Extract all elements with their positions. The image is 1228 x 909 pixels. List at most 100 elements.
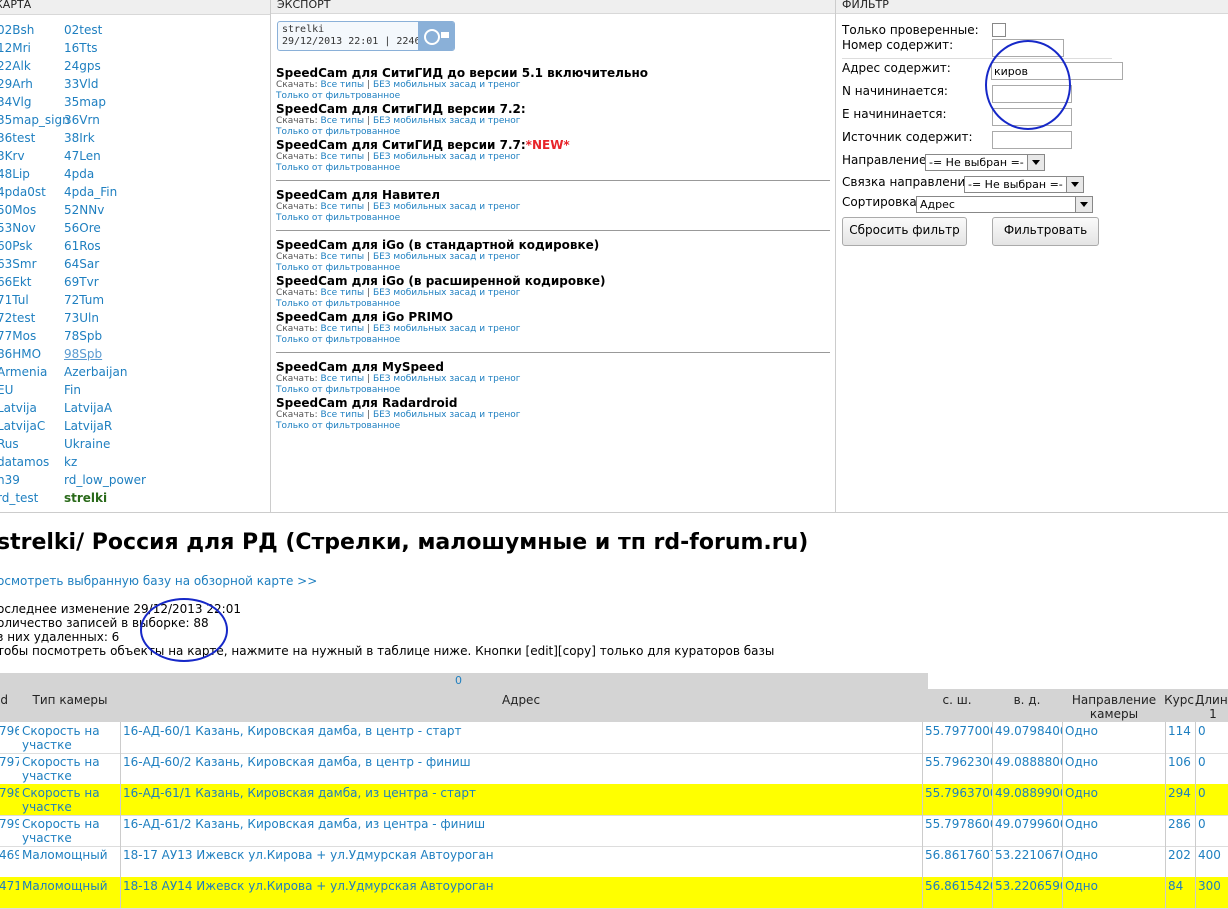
map-db-link[interactable]: 16Tts [64, 39, 98, 57]
col-type[interactable]: Тип камеры [20, 693, 120, 707]
table-row[interactable]: 796 Скорость на участке 16-АД-60/1 Казань,… [0, 722, 1228, 754]
row-lon[interactable]: 49.0799600 [992, 815, 1062, 846]
map-db-link[interactable]: 47Len [64, 147, 101, 165]
map-db-link[interactable]: 64Sar [64, 255, 99, 273]
map-db-link[interactable]: 22Alk [0, 57, 31, 75]
row-direction[interactable]: Одно [1062, 784, 1164, 815]
map-db-link[interactable]: 02test [64, 21, 102, 39]
map-db-link[interactable]: 02Bsh [0, 21, 34, 39]
download-all-link[interactable]: Все типы [321, 252, 365, 262]
map-db-link[interactable]: 77Mos [0, 327, 36, 345]
row-id[interactable]: 799 [0, 815, 19, 846]
map-db-link[interactable]: n39 [0, 471, 20, 489]
row-length[interactable]: 400 [1195, 846, 1228, 877]
download-all-link[interactable]: Все типы [321, 374, 365, 384]
row-lon[interactable]: 53.2210670 [992, 846, 1062, 877]
map-db-link[interactable]: 48Lip [0, 165, 30, 183]
download-all-link[interactable]: Все типы [321, 152, 365, 162]
map-db-link[interactable]: 38Irk [64, 129, 95, 147]
row-course[interactable]: 202 [1165, 846, 1195, 877]
download-all-link[interactable]: Все типы [321, 288, 365, 298]
col-id[interactable]: id [0, 693, 9, 707]
map-db-link[interactable]: EU [0, 381, 13, 399]
row-lat[interactable]: 55.7978600 [922, 815, 992, 846]
row-length[interactable]: 0 [1195, 722, 1228, 753]
table-top-value[interactable]: 0 [455, 674, 462, 687]
col-direction[interactable]: Направление камеры [1068, 693, 1160, 721]
row-direction[interactable]: Одно [1062, 815, 1164, 846]
download-all-link[interactable]: Все типы [321, 410, 365, 420]
reset-filter-button[interactable]: Сбросить фильтр [842, 217, 967, 246]
map-db-link[interactable]: 78Spb [64, 327, 102, 345]
source-contains-input[interactable] [992, 131, 1072, 149]
map-db-link[interactable]: Ukraine [64, 435, 110, 453]
row-length[interactable]: 300 [1195, 877, 1228, 908]
row-address[interactable]: 16-АД-61/1 Казань, Кировская дамба, из ц… [120, 784, 922, 815]
download-nomobile-link[interactable]: БЕЗ мобильных засад и треног [373, 374, 521, 384]
row-course[interactable]: 84 [1165, 877, 1195, 908]
row-direction[interactable]: Одно [1062, 722, 1164, 753]
download-all-link[interactable]: Все типы [321, 202, 365, 212]
map-db-link[interactable]: kz [64, 453, 77, 471]
download-all-link[interactable]: Все типы [321, 116, 365, 126]
map-db-link[interactable]: 53Nov [0, 219, 36, 237]
row-id[interactable]: 469 [0, 846, 19, 877]
row-id[interactable]: 798 [0, 784, 19, 815]
col-course[interactable]: Курс [1163, 693, 1195, 707]
map-db-link[interactable]: 35map [64, 93, 106, 111]
row-id[interactable]: 471 [0, 877, 19, 908]
map-db-link[interactable]: strelki [64, 489, 107, 507]
download-all-link[interactable]: Все типы [321, 324, 365, 334]
row-direction[interactable]: Одно [1062, 846, 1164, 877]
map-db-link[interactable]: Latvija [0, 399, 37, 417]
map-db-link[interactable]: LatvijaR [64, 417, 112, 435]
map-db-link[interactable]: 66Ekt [0, 273, 32, 291]
map-db-link[interactable]: rd_test [0, 489, 38, 507]
row-course[interactable]: 286 [1165, 815, 1195, 846]
row-address[interactable]: 16-АД-61/2 Казань, Кировская дамба, из ц… [120, 815, 922, 846]
download-nomobile-link[interactable]: БЕЗ мобильных засад и треног [373, 288, 521, 298]
table-row[interactable]: 798 Скорость на участке 16-АД-61/1 Казань,… [0, 784, 1228, 816]
row-id[interactable]: 796 [0, 722, 19, 753]
table-row[interactable]: 471 Маломощный 18-18 АУ14 Ижевск ул.Кирова… [0, 877, 1228, 909]
only-verified-checkbox[interactable] [992, 23, 1006, 37]
map-db-link[interactable]: 4pda_Fin [64, 183, 117, 201]
row-type[interactable]: Скорость на участке [20, 753, 120, 784]
download-nomobile-link[interactable]: БЕЗ мобильных засад и треног [373, 152, 521, 162]
row-direction[interactable]: Одно [1062, 753, 1164, 784]
map-db-link[interactable]: 98Spb [64, 345, 102, 363]
map-db-link[interactable]: 29Arh [0, 75, 33, 93]
map-db-link[interactable]: 36Vrn [64, 111, 100, 129]
map-db-link[interactable]: 72test [0, 309, 35, 327]
map-db-link[interactable]: rd_low_power [64, 471, 146, 489]
row-lat[interactable]: 55.7963700 [922, 784, 992, 815]
map-db-link[interactable]: 4pda [64, 165, 94, 183]
row-lon[interactable]: 49.0889900 [992, 784, 1062, 815]
download-filtered-link[interactable]: Только от фильтрованное [276, 127, 526, 138]
map-db-link[interactable]: 72Tum [64, 291, 104, 309]
row-address[interactable]: 18-18 АУ14 Ижевск ул.Кирова + ул.Удмурск… [120, 877, 922, 908]
row-lat[interactable]: 55.7977000 [922, 722, 992, 753]
map-db-link[interactable]: datamos [0, 453, 49, 471]
map-db-link[interactable]: 60Psk [0, 237, 33, 255]
map-db-link[interactable]: 73Uln [64, 309, 99, 327]
map-db-link[interactable]: LatvijaC [0, 417, 45, 435]
map-db-link[interactable]: Azerbaijan [64, 363, 127, 381]
row-lat[interactable]: 55.7962300 [922, 753, 992, 784]
map-db-link[interactable]: 61Ros [64, 237, 101, 255]
map-db-link[interactable]: 52NNv [64, 201, 104, 219]
map-db-link[interactable]: 36test [0, 129, 35, 147]
table-row[interactable]: 797 Скорость на участке 16-АД-60/2 Казань,… [0, 753, 1228, 785]
download-nomobile-link[interactable]: БЕЗ мобильных засад и треног [373, 410, 521, 420]
row-type[interactable]: Маломощный [20, 846, 120, 877]
col-length[interactable]: Длина 1 [1195, 693, 1228, 721]
map-db-link[interactable]: 71Tul [0, 291, 29, 309]
download-nomobile-link[interactable]: БЕЗ мобильных засад и треног [373, 202, 521, 212]
download-filtered-link[interactable]: Только от фильтрованное [276, 385, 521, 396]
row-type[interactable]: Маломощный [20, 877, 120, 908]
link-directions-select[interactable]: -= Не выбран =- [964, 176, 1084, 193]
row-type[interactable]: Скорость на участке [20, 815, 120, 846]
download-nomobile-link[interactable]: БЕЗ мобильных засад и треног [373, 116, 521, 126]
download-all-link[interactable]: Все типы [321, 80, 365, 90]
map-db-link[interactable]: 34Vlg [0, 93, 31, 111]
